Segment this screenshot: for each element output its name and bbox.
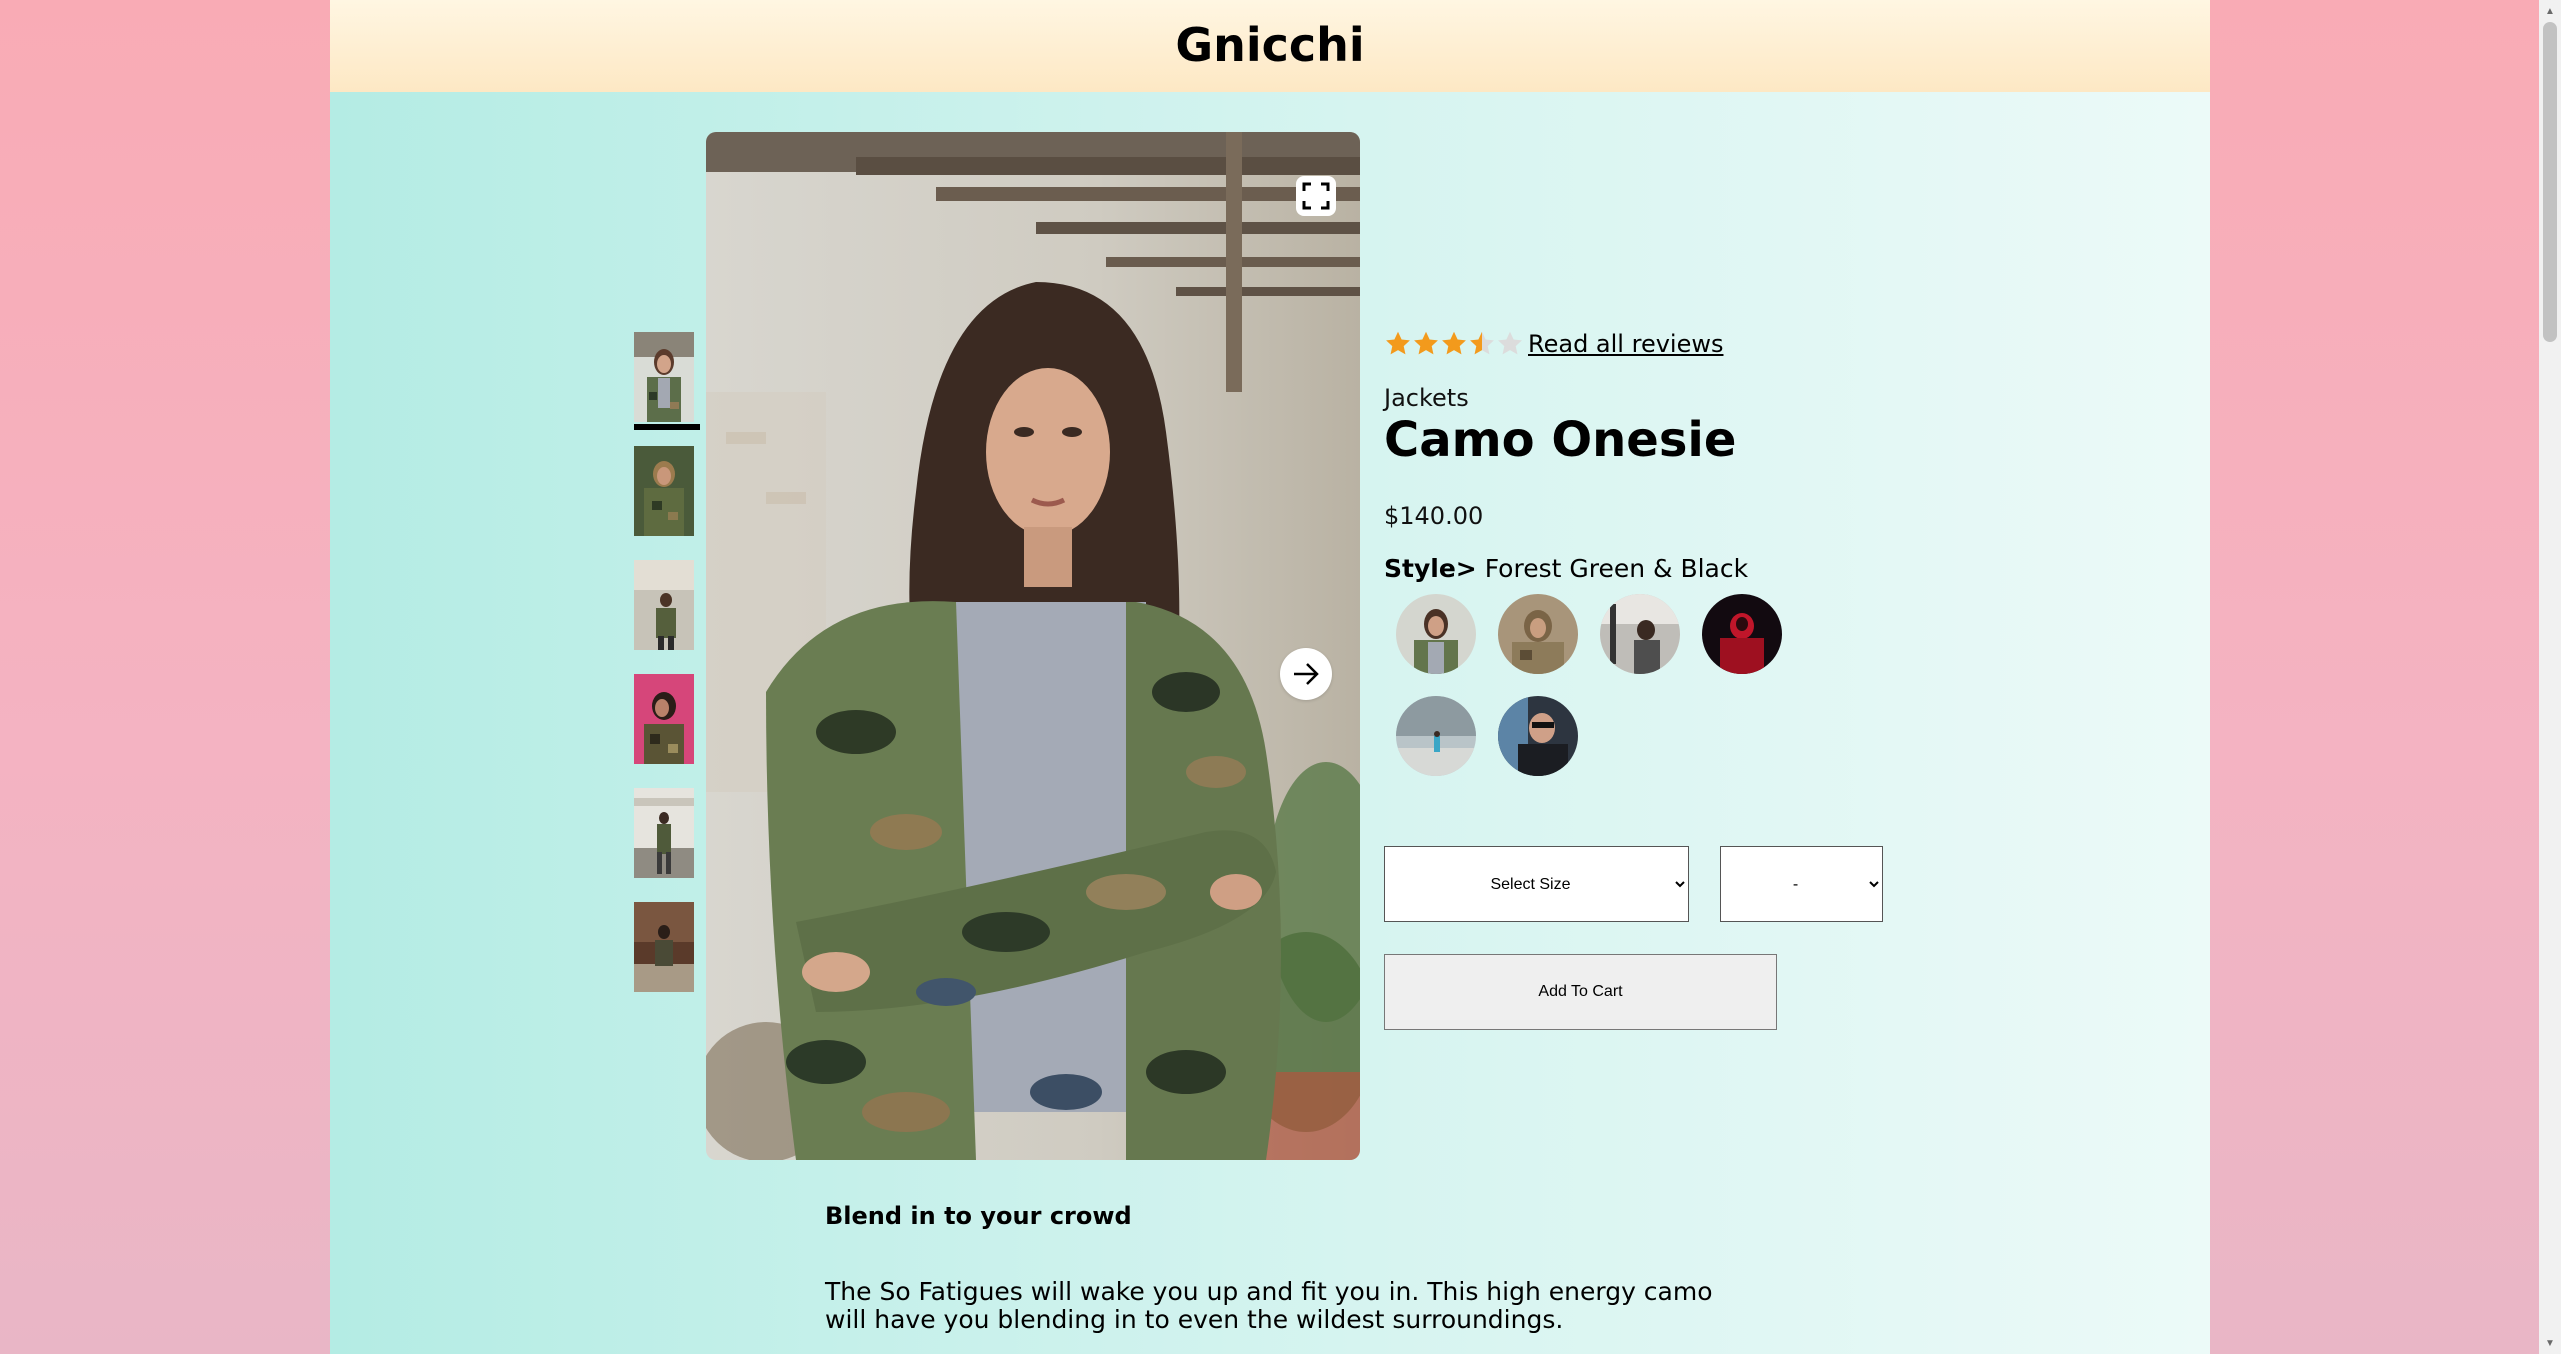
description-heading: Blend in to your crowd xyxy=(825,1202,1132,1230)
style-value: Forest Green & Black xyxy=(1484,554,1749,583)
style-selection: Style> Forest Green & Black xyxy=(1384,554,1748,583)
size-select[interactable]: Select Size xyxy=(1384,846,1689,922)
fullscreen-button[interactable] xyxy=(1296,176,1336,216)
read-reviews-link[interactable]: Read all reviews xyxy=(1528,330,1723,358)
star-full-icon xyxy=(1442,331,1466,355)
fullscreen-icon xyxy=(1302,182,1330,210)
arrow-right-icon xyxy=(1294,663,1319,685)
thumbnail-4[interactable] xyxy=(634,674,694,764)
site-header: Gnicchi xyxy=(330,0,2210,92)
rating-row: Read all reviews xyxy=(1384,330,1723,358)
scrollbar-thumb[interactable] xyxy=(2543,22,2557,342)
scroll-down-icon[interactable]: ▼ xyxy=(2539,1332,2561,1354)
style-swatch-2[interactable] xyxy=(1498,594,1578,674)
star-full-icon xyxy=(1386,331,1410,355)
thumbnail-3[interactable] xyxy=(634,560,694,650)
style-swatch-5[interactable] xyxy=(1396,696,1476,776)
product-name: Camo Onesie xyxy=(1384,412,1737,468)
vertical-scrollbar[interactable]: ▲ ▼ xyxy=(2539,0,2561,1354)
style-label: Style> xyxy=(1384,554,1477,583)
add-to-cart-button[interactable]: Add To Cart xyxy=(1384,954,1777,1030)
product-price: $140.00 xyxy=(1384,502,1484,530)
description-body: The So Fatigues will wake you up and fit… xyxy=(825,1277,1713,1334)
style-swatch-4[interactable] xyxy=(1702,594,1782,674)
thumbnail-2[interactable] xyxy=(634,446,694,536)
thumbnail-1[interactable] xyxy=(634,332,694,422)
site-title[interactable]: Gnicchi xyxy=(1175,18,1364,72)
page: Gnicchi Read all reviews Jackets Camo On… xyxy=(330,0,2210,1354)
next-image-button[interactable] xyxy=(1280,648,1332,700)
scroll-up-icon[interactable]: ▲ xyxy=(2539,0,2561,22)
star-empty-icon xyxy=(1498,331,1522,355)
style-swatch-3[interactable] xyxy=(1600,594,1680,674)
style-swatch-6[interactable] xyxy=(1498,696,1578,776)
style-swatch-1[interactable] xyxy=(1396,594,1476,674)
star-half-icon xyxy=(1470,331,1494,355)
active-thumbnail-indicator xyxy=(634,424,700,430)
thumbnail-5[interactable] xyxy=(634,788,694,878)
product-category: Jackets xyxy=(1384,384,1469,412)
thumbnail-6[interactable] xyxy=(634,902,694,992)
main-product-image[interactable] xyxy=(706,132,1360,1160)
star-full-icon xyxy=(1414,331,1438,355)
quantity-select[interactable]: - xyxy=(1720,846,1883,922)
